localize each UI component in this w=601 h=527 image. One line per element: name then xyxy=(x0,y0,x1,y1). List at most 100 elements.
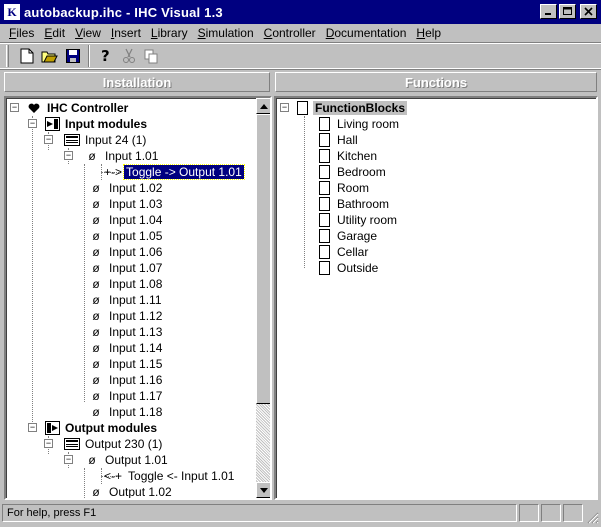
close-button[interactable] xyxy=(580,4,597,19)
collapse-toggle[interactable]: − xyxy=(64,455,73,464)
maximize-icon xyxy=(563,7,572,15)
tree-node-input[interactable]: ø Input 1.18 xyxy=(88,404,164,420)
tree-node-input[interactable]: ø Input 1.02 xyxy=(88,180,164,196)
k-logo-icon[interactable]: K xyxy=(4,4,20,20)
arrow-down-icon xyxy=(260,487,268,493)
menu-documentation[interactable]: Documentation xyxy=(321,26,412,40)
collapse-toggle[interactable]: − xyxy=(28,119,37,128)
menu-edit[interactable]: Edit xyxy=(39,26,70,40)
installation-tree[interactable]: − IHC Controller − Input modules − Input… xyxy=(4,96,272,500)
input-slash-icon: ø xyxy=(92,277,100,291)
menu-files[interactable]: Files xyxy=(4,26,39,40)
function-block-item[interactable]: Outside xyxy=(316,260,380,276)
input-slash-icon: ø xyxy=(92,213,100,227)
collapse-toggle[interactable]: − xyxy=(28,423,37,432)
collapse-toggle[interactable]: − xyxy=(44,439,53,448)
function-block-item[interactable]: Living room xyxy=(316,116,401,132)
menu-simulation[interactable]: Simulation xyxy=(193,26,259,40)
tree-node-input[interactable]: ø Input 1.12 xyxy=(88,308,164,324)
tree-node-output-1-01[interactable]: − ø Output 1.01 xyxy=(64,452,170,468)
tree-node-input[interactable]: ø Input 1.04 xyxy=(88,212,164,228)
title-bar[interactable]: K autobackup.ihc - IHC Visual 1.3 xyxy=(0,0,601,24)
toolbar-grip[interactable] xyxy=(6,45,9,67)
toolbar-separator xyxy=(88,45,90,67)
tree-node-input[interactable]: ø Input 1.11 xyxy=(88,292,164,308)
tree-node-toggle-link[interactable]: +-> Toggle -> Output 1.01 xyxy=(104,164,245,180)
open-button[interactable] xyxy=(38,45,61,67)
tree-node-input[interactable]: ø Input 1.16 xyxy=(88,372,164,388)
minimize-icon xyxy=(545,13,551,15)
tree-node-toggle-link[interactable]: <-+ Toggle <- Input 1.01 xyxy=(104,468,236,484)
new-button[interactable] xyxy=(15,45,38,67)
document-icon xyxy=(316,197,332,211)
menu-view[interactable]: View xyxy=(70,26,106,40)
help-button[interactable]: ? xyxy=(94,45,117,67)
tree-node-input[interactable]: ø Input 1.07 xyxy=(88,260,164,276)
status-indicator xyxy=(563,504,583,522)
menu-help[interactable]: Help xyxy=(411,26,446,40)
tree-node-ihc-controller[interactable]: − IHC Controller xyxy=(10,100,130,116)
menu-controller[interactable]: Controller xyxy=(259,26,321,40)
resize-grip-icon[interactable] xyxy=(585,510,599,524)
output-module-icon xyxy=(44,421,60,435)
tree-node-input-1-01[interactable]: − ø Input 1.01 xyxy=(64,148,160,164)
cut-button[interactable] xyxy=(117,45,140,67)
function-block-item[interactable]: Utility room xyxy=(316,212,399,228)
tree-node-input[interactable]: ø Input 1.13 xyxy=(88,324,164,340)
tree-node-input[interactable]: ø Input 1.08 xyxy=(88,276,164,292)
collapse-toggle[interactable]: − xyxy=(280,103,289,112)
document-icon xyxy=(316,149,332,163)
save-disk-icon xyxy=(65,49,80,63)
tree-node-input[interactable]: ø Input 1.17 xyxy=(88,388,164,404)
tree-node-input[interactable]: ø Input 1.06 xyxy=(88,244,164,260)
copy-button[interactable] xyxy=(140,45,163,67)
document-icon xyxy=(294,101,310,115)
menu-insert[interactable]: Insert xyxy=(106,26,146,40)
tree-node-input[interactable]: ø Input 1.03 xyxy=(88,196,164,212)
input-slash-icon: ø xyxy=(92,261,100,275)
collapse-toggle[interactable]: − xyxy=(44,135,53,144)
document-icon xyxy=(316,245,332,259)
input-slash-icon: ø xyxy=(92,245,100,259)
input-slash-icon: ø xyxy=(92,293,100,307)
functions-tree[interactable]: − FunctionBlocks Living room Hall Kitche… xyxy=(274,96,598,500)
input-slash-icon: ø xyxy=(92,341,100,355)
menu-library[interactable]: Library xyxy=(146,26,193,40)
function-block-item[interactable]: Cellar xyxy=(316,244,370,260)
maximize-button[interactable] xyxy=(559,4,576,19)
scroll-up-button[interactable] xyxy=(256,98,270,114)
save-button[interactable] xyxy=(61,45,84,67)
collapse-toggle[interactable]: − xyxy=(64,151,73,160)
input-slash-icon: ø xyxy=(92,405,100,419)
toolbar: ? xyxy=(0,42,601,70)
open-folder-icon xyxy=(41,51,58,63)
input-slash-icon: ø xyxy=(92,309,100,323)
copy-icon xyxy=(144,49,158,63)
scroll-down-button[interactable] xyxy=(256,482,270,498)
function-block-item[interactable]: Garage xyxy=(316,228,379,244)
module-block-icon xyxy=(64,437,80,451)
tree-node-input[interactable]: ø Input 1.14 xyxy=(88,340,164,356)
function-block-item[interactable]: Bedroom xyxy=(316,164,388,180)
minimize-button[interactable] xyxy=(540,4,557,19)
vertical-scrollbar[interactable] xyxy=(256,98,270,498)
tree-node-input[interactable]: ø Input 1.05 xyxy=(88,228,164,244)
tree-node-input[interactable]: ø Input 1.15 xyxy=(88,356,164,372)
tree-node-output-modules[interactable]: − Output modules xyxy=(28,420,159,436)
output-slash-icon: ø xyxy=(88,453,96,467)
tree-node-input-24[interactable]: − Input 24 (1) xyxy=(44,132,148,148)
function-block-item[interactable]: Hall xyxy=(316,132,360,148)
collapse-toggle[interactable]: − xyxy=(10,103,19,112)
function-block-item[interactable]: Kitchen xyxy=(316,148,379,164)
module-block-icon xyxy=(64,133,80,147)
tree-node-output-230[interactable]: − Output 230 (1) xyxy=(44,436,164,452)
document-icon xyxy=(316,133,332,147)
tree-node-input-modules[interactable]: − Input modules xyxy=(28,116,149,132)
function-block-item[interactable]: Bathroom xyxy=(316,196,391,212)
menu-bar: Files Edit View Insert Library Simulatio… xyxy=(0,24,601,42)
function-block-item[interactable]: Room xyxy=(316,180,371,196)
tree-node-functionblocks[interactable]: − FunctionBlocks xyxy=(280,100,408,116)
input-slash-icon: ø xyxy=(92,197,100,211)
scrollbar-thumb[interactable] xyxy=(256,114,270,404)
tree-node-output[interactable]: ø Output 1.02 xyxy=(88,484,174,498)
